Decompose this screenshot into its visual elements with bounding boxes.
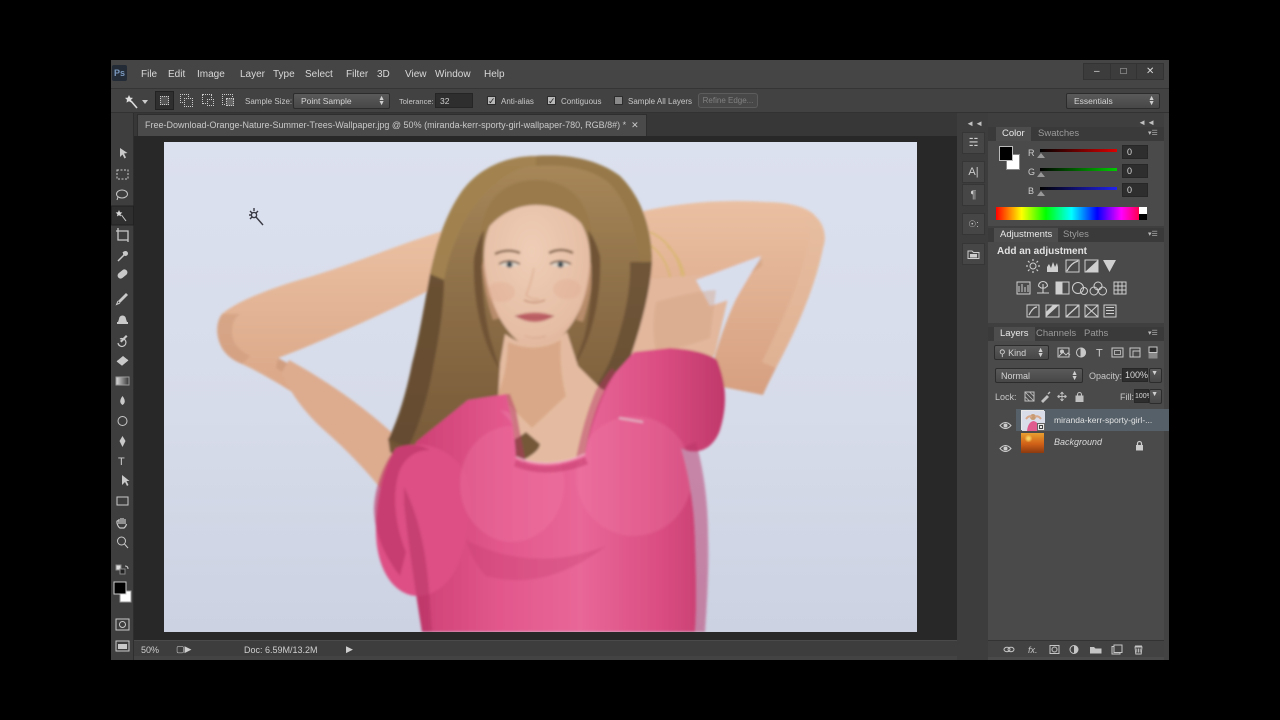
svg-text:fx.: fx. <box>1028 645 1038 655</box>
svg-text:T: T <box>118 456 125 468</box>
svg-text:T: T <box>1096 348 1103 360</box>
